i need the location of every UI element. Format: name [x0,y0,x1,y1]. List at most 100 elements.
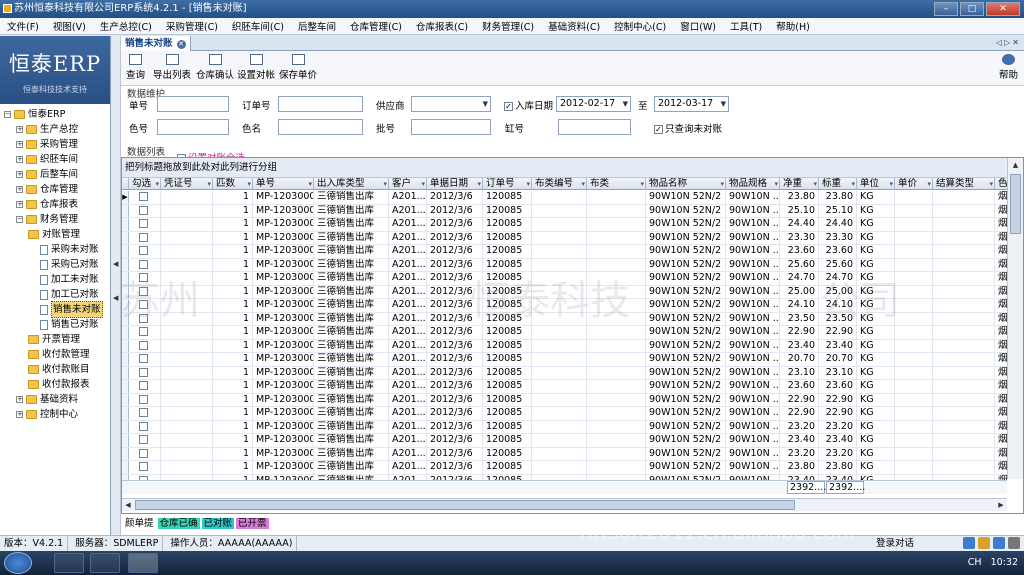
row-checkbox[interactable] [129,326,161,339]
close-window-button[interactable]: ✕ [986,2,1020,16]
column-header[interactable]: 客户 [389,178,427,189]
tree-item-reconcile[interactable]: 对账管理 [0,227,110,242]
table-row[interactable]: 1MP-12030006三德销售出库A201...2012/3/6120085 9… [122,326,1007,340]
expand-icon[interactable]: + [16,171,23,178]
row-checkbox[interactable] [129,245,161,258]
maximize-button[interactable]: □ [960,2,984,16]
row-checkbox[interactable] [129,353,161,366]
checkbox-icon[interactable] [139,246,148,255]
row-checkbox[interactable] [129,312,161,325]
checkbox-icon[interactable] [139,381,148,390]
column-header[interactable]: 单价 [895,178,933,189]
table-row[interactable]: 1MP-12030006三德销售出库A201...2012/3/6120085 9… [122,231,1007,245]
table-row[interactable]: 1MP-12030006三德销售出库A201...2012/3/6120085 9… [122,285,1007,299]
tab-sales-unchecked[interactable]: 销售未对账 ✕ [121,36,191,51]
column-header[interactable]: 布类编号 [532,178,587,189]
scroll-left-icon[interactable]: ◀ [122,499,134,511]
expand-icon[interactable]: + [16,186,23,193]
tree-item-processing-unchecked[interactable]: 加工未对账 [0,272,110,287]
column-header[interactable]: 布类 [587,178,646,189]
color-no-field[interactable] [157,119,229,135]
row-checkbox[interactable] [129,434,161,447]
table-row[interactable]: 1MP-12030006三德销售出库A201...2012/3/6120085 9… [122,258,1007,272]
expand-icon[interactable]: + [16,156,23,163]
row-checkbox[interactable] [129,339,161,352]
collapse-left-icon[interactable]: ◀ [113,260,119,269]
row-checkbox[interactable] [129,447,161,460]
table-row[interactable]: 1MP-12030006三德销售出库A201...2012/3/6120085 9… [122,353,1007,367]
menu-window[interactable]: 窗口(W) [673,19,723,33]
tree-item-purchase-unchecked[interactable]: 采购未对账 [0,242,110,257]
expand-icon[interactable]: + [16,411,23,418]
checkbox-icon[interactable] [139,367,148,377]
speaker-icon[interactable] [993,537,1005,549]
query-button[interactable]: 查询 [126,54,145,81]
help-button[interactable]: 帮助 [999,54,1018,81]
column-header[interactable]: 匹数 [213,178,253,189]
scroll-thumb[interactable] [135,500,795,510]
checkbox-icon[interactable] [139,192,148,201]
table-row[interactable]: 1MP-12030006三德销售出库A201...2012/3/6120085 9… [122,339,1007,353]
menu-view[interactable]: 视图(V) [46,19,93,33]
row-checkbox[interactable] [129,420,161,433]
table-row[interactable]: 1MP-12030006三德销售出库A201...2012/3/6120085 9… [122,299,1007,313]
checkbox-icon[interactable] [139,408,148,417]
checkbox-icon[interactable] [139,232,148,242]
row-checkbox[interactable] [129,231,161,244]
scroll-right-icon[interactable]: ▶ [995,499,1007,511]
checkbox-icon[interactable] [139,340,148,350]
row-checkbox[interactable] [129,393,161,406]
menu-finishing[interactable]: 后整车间 [291,19,343,33]
row-checkbox[interactable] [129,366,161,379]
row-checkbox[interactable] [129,218,161,231]
table-row[interactable]: 1MP-12030006三德销售出库A201...2012/3/6120085 9… [122,272,1007,286]
tree-item-weaving[interactable]: + 织胚车间 [0,152,110,167]
table-row[interactable]: 1MP-12030006三德销售出库A201...2012/3/6120085 9… [122,366,1007,380]
tree-item-basic-data[interactable]: + 基础资料 [0,392,110,407]
vat-field[interactable] [558,119,631,135]
column-header[interactable]: 单位 [857,178,895,189]
start-button[interactable] [4,552,32,574]
minimize-button[interactable]: – [934,2,958,16]
checkbox-icon[interactable] [139,259,148,269]
column-header[interactable]: 物品规格 [726,178,780,189]
column-header[interactable]: 标重 [819,178,857,189]
settings-icon[interactable] [1008,537,1020,549]
save-price-button[interactable]: 保存单价 [279,54,317,81]
tree-item-processing-checked[interactable]: 加工已对账 [0,287,110,302]
checkbox-icon[interactable] [139,462,148,471]
table-row[interactable]: 1MP-12030006三德销售出库A201...2012/3/6120085 9… [122,461,1007,475]
export-list-button[interactable]: 导出列表 [153,54,191,81]
checkbox-icon[interactable] [139,354,148,363]
taskbar-folder-icon[interactable] [90,553,120,573]
scroll-thumb[interactable] [1010,174,1021,234]
menu-warehouse[interactable]: 仓库管理(C) [343,19,409,33]
close-tab-icon[interactable]: ✕ [176,40,186,49]
tray-clock[interactable]: 10:32 [991,557,1018,568]
sidebar-splitter[interactable]: ◀ ◀ [112,36,121,535]
row-checkbox[interactable] [129,299,161,312]
tree-item-purchase-checked[interactable]: 采购已对账 [0,257,110,272]
checkbox-icon[interactable] [139,313,148,323]
tree-item-control-center[interactable]: + 控制中心 [0,407,110,422]
tree-root[interactable]: − 恒泰ERP [0,107,110,122]
column-header[interactable]: 物品名称 [646,178,726,189]
in-date-checkbox[interactable]: ✓ 入库日期 [504,98,553,112]
table-row[interactable]: 1MP-12030006三德销售出库A201...2012/3/6120085 9… [122,312,1007,326]
keyboard-icon[interactable] [978,537,990,549]
taskbar-ie-icon[interactable] [54,553,84,573]
row-checkbox[interactable] [129,191,161,204]
checkbox-checked-icon[interactable]: ✓ [504,102,513,111]
tab-nav-arrows[interactable]: ◁▷✕ [996,38,1021,47]
horizontal-scrollbar[interactable]: ◀ ▶ [122,498,1007,511]
date-to-field[interactable]: 2012-03-17 [654,96,729,112]
order-no2-field[interactable] [278,96,363,112]
supplier-select[interactable] [411,96,491,112]
tree-item-production[interactable]: + 生产总控 [0,122,110,137]
row-checkbox[interactable] [129,204,161,217]
vertical-scrollbar[interactable]: ▲ [1007,158,1023,479]
table-row[interactable]: 1MP-12030006三德销售出库A201...2012/3/6120085 9… [122,218,1007,232]
tree-item-purchase[interactable]: + 采购管理 [0,137,110,152]
checkbox-icon[interactable] [139,219,148,228]
collapse-icon[interactable]: − [16,216,23,223]
